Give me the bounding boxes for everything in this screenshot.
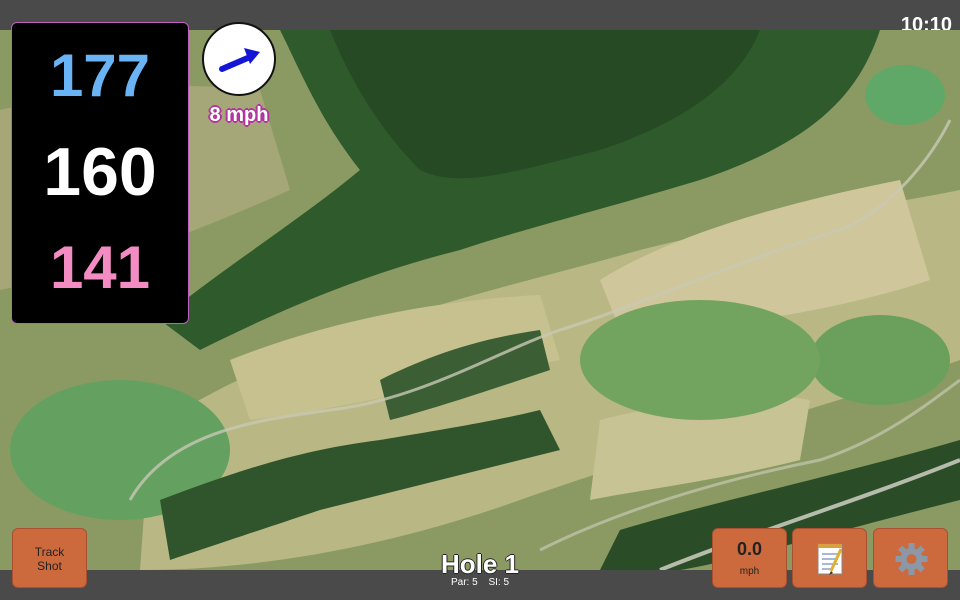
distance-panel: 177 160 141 [11, 22, 189, 324]
par-label: Par: 5 [450, 577, 478, 588]
wind-speed-value: 0.0 [736, 539, 763, 559]
wind-arrow-icon [219, 48, 260, 72]
stroke-index-label: SI: 5 [488, 577, 510, 588]
wind-direction-badge[interactable] [202, 22, 276, 96]
distance-back: 177 [49, 42, 151, 109]
hole-title: Hole 1 [440, 549, 520, 579]
wind-speed-unit: mph [739, 566, 760, 577]
track-shot-label-line1: Track [34, 545, 65, 559]
notepad-icon [817, 543, 843, 575]
wind-speed-label: 8 mph [209, 104, 269, 126]
settings-button[interactable] [873, 528, 948, 588]
wind-speed-button[interactable]: 0.0 mph [712, 528, 787, 588]
hole-info: Par: 5 SI: 5 [380, 577, 580, 588]
track-shot-label-line2: Shot [37, 559, 62, 573]
notes-button[interactable] [792, 528, 867, 588]
gear-icon [895, 543, 928, 575]
distance-middle: 160 [43, 134, 157, 210]
distance-front: 141 [49, 234, 151, 301]
track-shot-button[interactable]: Track Shot [12, 528, 87, 588]
